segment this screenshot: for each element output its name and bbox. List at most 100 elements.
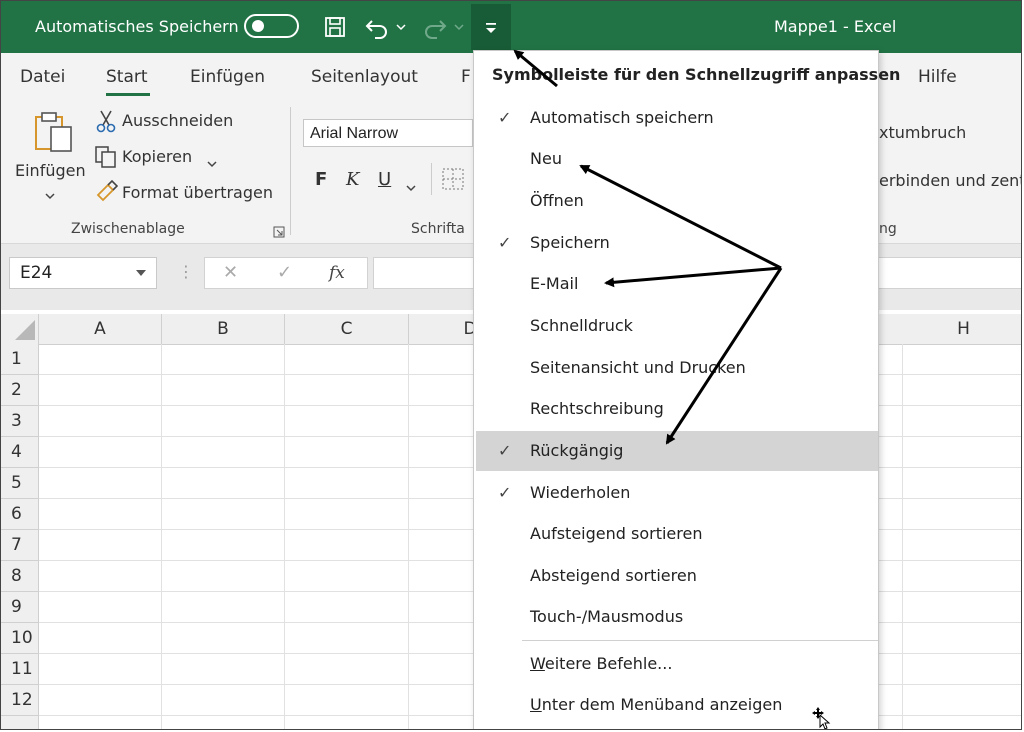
menu-item-label: E-Mail — [530, 274, 579, 293]
tab-einfuegen[interactable]: Einfügen — [190, 67, 265, 87]
select-all-corner[interactable] — [1, 314, 39, 344]
paste-button[interactable]: Einfügen — [15, 161, 86, 180]
menu-separator — [522, 640, 878, 641]
row-header[interactable]: 3 — [1, 406, 39, 437]
check-icon: ✓ — [498, 108, 512, 127]
cut-icon[interactable] — [95, 109, 117, 137]
row-header[interactable]: 12 — [1, 685, 39, 716]
enter-icon[interactable]: ✓ — [277, 262, 292, 283]
name-box[interactable]: E24 — [9, 257, 157, 289]
document-title: Mappe1 - Excel — [774, 17, 897, 36]
undo-dropdown-icon[interactable] — [394, 13, 408, 41]
formula-buttons: ✕ ✓ fx — [204, 257, 368, 289]
menu-item-label: Aufsteigend sortieren — [530, 524, 703, 543]
menu-item-label: Unter dem Menüband anzeigen — [530, 695, 783, 714]
bold-button[interactable]: F — [315, 169, 327, 190]
clipboard-launcher-icon[interactable] — [273, 223, 285, 242]
merge-center-button[interactable]: erbinden und zentr — [879, 171, 1021, 190]
menu-item-label: Rückgängig — [530, 441, 624, 460]
redo-icon[interactable] — [421, 13, 449, 41]
copy-icon[interactable] — [94, 145, 118, 173]
borders-icon[interactable] — [441, 167, 465, 195]
underline-button[interactable]: U — [378, 169, 391, 190]
row-header[interactable]: 1 — [1, 344, 39, 375]
check-icon: ✓ — [498, 483, 512, 502]
menu-item-print-preview[interactable]: Seitenansicht und Drucken — [474, 348, 878, 388]
font-name-value: Arial Narrow — [310, 125, 399, 142]
menu-item-email[interactable]: E-Mail — [474, 264, 878, 304]
underline-dropdown-icon[interactable] — [405, 177, 417, 196]
tab-start[interactable]: Start — [106, 67, 148, 87]
alignment-group-label: ng — [879, 221, 897, 237]
row-header[interactable]: 10 — [1, 623, 39, 654]
menu-item-show-below-ribbon[interactable]: Unter dem Menüband anzeigen — [474, 685, 878, 725]
save-icon[interactable] — [321, 13, 349, 41]
menu-item-new[interactable]: Neu — [474, 139, 878, 179]
menu-item-undo[interactable]: ✓ Rückgängig — [476, 431, 878, 471]
menu-item-redo[interactable]: ✓ Wiederholen — [474, 473, 878, 513]
wrap-text-button[interactable]: xtumbruch — [879, 123, 966, 142]
column-header-a[interactable]: A — [39, 314, 162, 344]
tab-datei[interactable]: Datei — [20, 67, 65, 87]
copy-button[interactable]: Kopieren — [122, 147, 192, 166]
insert-function-icon[interactable]: fx — [329, 263, 345, 283]
grid-line — [408, 344, 409, 729]
paste-icon[interactable] — [31, 109, 77, 159]
menu-item-sort-ascending[interactable]: Aufsteigend sortieren — [474, 514, 878, 554]
column-header-b[interactable]: B — [162, 314, 285, 344]
menu-item-label: Speichern — [530, 233, 610, 252]
name-box-dropdown-icon[interactable] — [136, 270, 146, 276]
row-header[interactable]: 6 — [1, 499, 39, 530]
font-name-box[interactable]: Arial Narrow — [303, 119, 473, 147]
menu-item-open[interactable]: Öffnen — [474, 181, 878, 221]
check-icon: ✓ — [498, 233, 512, 252]
menu-item-label: Touch-/Mausmodus — [530, 607, 684, 626]
group-separator — [290, 107, 291, 235]
menu-item-touch-mode[interactable]: Touch-/Mausmodus — [474, 597, 878, 637]
row-header[interactable]: 8 — [1, 561, 39, 592]
menu-item-quick-print[interactable]: Schnelldruck — [474, 306, 878, 346]
menu-item-autosave[interactable]: ✓ Automatisch speichern — [474, 98, 878, 138]
row-header[interactable]: 5 — [1, 468, 39, 499]
name-box-value: E24 — [20, 263, 53, 283]
format-painter-icon[interactable] — [94, 179, 119, 207]
copy-dropdown-icon[interactable] — [206, 153, 218, 172]
customize-qat-menu: Symbolleiste für den Schnellzugriff anpa… — [473, 50, 900, 729]
row-header[interactable]: 9 — [1, 592, 39, 623]
format-painter-button[interactable]: Format übertragen — [122, 183, 273, 202]
row-header[interactable]: 2 — [1, 375, 39, 406]
excel-window: Automatisches Speichern Mappe1 - Excel D… — [0, 0, 1022, 730]
cut-button[interactable]: Ausschneiden — [122, 111, 233, 130]
italic-button[interactable]: K — [346, 169, 359, 190]
menu-title: Symbolleiste für den Schnellzugriff anpa… — [492, 65, 901, 84]
redo-dropdown-icon[interactable] — [452, 13, 466, 41]
row-header[interactable]: 4 — [1, 437, 39, 468]
grid-line — [284, 344, 285, 729]
tab-formeln[interactable]: F — [461, 67, 471, 87]
grid-line — [902, 344, 903, 729]
paste-dropdown-icon[interactable] — [44, 185, 56, 204]
tab-seitenlayout[interactable]: Seitenlayout — [311, 67, 418, 87]
menu-item-label: Absteigend sortieren — [530, 566, 697, 585]
customize-qat-icon — [486, 23, 496, 33]
active-tab-indicator — [106, 93, 150, 96]
undo-icon[interactable] — [363, 13, 391, 41]
row-header[interactable]: 7 — [1, 530, 39, 561]
column-header-h[interactable]: H — [903, 314, 1021, 344]
menu-item-label: Rechtschreibung — [530, 399, 664, 418]
menu-item-save[interactable]: ✓ Speichern — [474, 223, 878, 263]
row-header[interactable] — [1, 716, 39, 729]
column-header-c[interactable]: C — [285, 314, 409, 344]
menu-item-sort-descending[interactable]: Absteigend sortieren — [474, 556, 878, 596]
toggle-knob — [252, 20, 264, 32]
grid-line — [161, 344, 162, 729]
row-header[interactable]: 11 — [1, 654, 39, 685]
cancel-icon[interactable]: ✕ — [223, 262, 238, 283]
autosave-toggle[interactable] — [244, 14, 299, 38]
tab-hilfe[interactable]: Hilfe — [918, 67, 957, 87]
menu-item-spelling[interactable]: Rechtschreibung — [474, 389, 878, 429]
formula-bar-grip-icon: ⋮ — [178, 262, 194, 281]
menu-item-label: Öffnen — [530, 191, 584, 210]
customize-qat-button[interactable] — [471, 4, 511, 50]
menu-item-more-commands[interactable]: Weitere Befehle... — [474, 644, 878, 684]
